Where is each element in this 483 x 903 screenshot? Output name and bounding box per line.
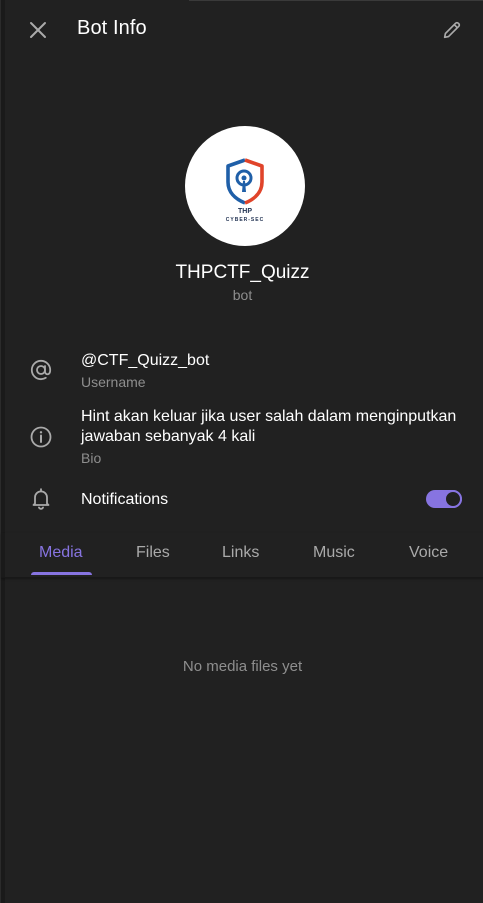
empty-state-text: No media files yet	[182, 658, 303, 675]
avatar[interactable]: THP CYBER-SEC	[185, 126, 305, 246]
header: Bot Info	[1, 0, 483, 60]
info-icon	[28, 424, 54, 450]
tab-music[interactable]: Music	[313, 544, 355, 562]
bio-line-1: Hint akan keluar jika user salah dalam m…	[81, 408, 457, 425]
logo-text-bottom: CYBER-SEC	[226, 217, 264, 223]
tab-files[interactable]: Files	[136, 544, 170, 562]
tab-voice[interactable]: Voice	[409, 544, 448, 562]
tab-media[interactable]: Media	[39, 544, 83, 562]
close-button[interactable]	[23, 15, 53, 45]
notifications-toggle[interactable]	[426, 490, 462, 508]
bio-label: Bio	[81, 450, 102, 466]
username-label: Username	[81, 374, 146, 390]
bio-value: Hint akan keluar jika user salah dalam m…	[81, 407, 466, 447]
logo-text-top: THP	[238, 208, 252, 215]
tab-links[interactable]: Links	[222, 544, 259, 562]
bio-line-2: jawaban sebanyak 4 kali	[81, 428, 256, 445]
thp-cyber-sec-logo: THP CYBER-SEC	[226, 158, 264, 223]
bot-status: bot	[232, 287, 253, 303]
bell-icon	[28, 486, 54, 512]
username-value: @CTF_Quizz_bot	[81, 352, 210, 369]
notifications-label: Notifications	[81, 491, 169, 508]
media-tabs: Media Files Links Music Voice	[1, 533, 483, 578]
panel-edge	[1, 0, 5, 903]
bot-info-panel: Bot Info THP CYBER-SEC THPCTF_Quizz bot	[0, 0, 483, 903]
close-icon	[30, 22, 46, 38]
active-tab-indicator	[31, 572, 92, 575]
toggle-knob	[444, 490, 462, 508]
page-title: Bot Info	[77, 17, 147, 39]
edit-button[interactable]	[437, 15, 467, 45]
bot-name: THPCTF_Quizz	[175, 262, 310, 283]
pencil-icon	[443, 21, 461, 39]
at-icon	[28, 357, 54, 383]
